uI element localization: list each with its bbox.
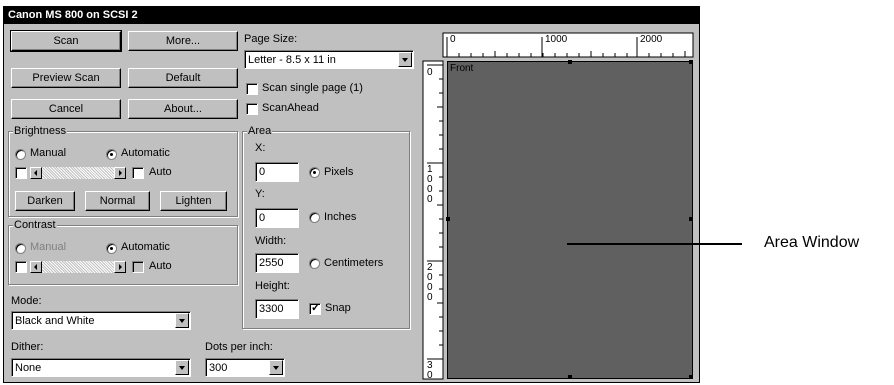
brightness-manual-label: Manual [30,147,67,159]
contrast-manual-radio[interactable] [15,243,26,254]
chevron-down-icon[interactable] [175,313,189,328]
ruler-h-2000: 2000 [640,34,663,45]
pixels-radio[interactable] [309,167,320,178]
lighten-button[interactable]: Lighten [160,191,227,211]
scan-ahead-label: ScanAhead [262,102,319,114]
contrast-automatic-label: Automatic [121,241,170,253]
brightness-auto-checkbox[interactable] [132,167,144,179]
x-field[interactable]: 0 [255,162,299,182]
scan-ahead-checkbox[interactable] [246,103,258,115]
callout-label: Area Window [764,234,860,251]
brightness-slider-right-icon[interactable] [114,167,126,179]
area-title: Area [247,125,273,137]
resize-handle-bottom-right[interactable] [689,375,693,379]
brightness-manual-radio[interactable] [15,149,26,160]
dpi-value: 300 [209,362,228,374]
preview-pane: 0 1000 2000 0 1000 2000 3000 Front [419,29,697,381]
scan-single-page-checkbox[interactable] [246,83,258,95]
pixels-label: Pixels [324,166,354,178]
snap-label: Snap [325,302,351,314]
brightness-slider-left-icon[interactable] [30,167,42,179]
brightness-automatic-radio[interactable] [106,149,117,160]
brightness-automatic-label: Automatic [121,147,170,159]
normal-button[interactable]: Normal [85,191,150,211]
height-label: Height: [255,280,290,292]
page-size-select[interactable]: Letter - 8.5 x 11 in [244,50,414,69]
contrast-manual-label: Manual [30,241,67,253]
inches-label: Inches [324,211,357,223]
snap-checkbox[interactable] [309,301,321,315]
contrast-lock-checkbox[interactable] [15,261,27,273]
centimeters-radio[interactable] [309,258,320,269]
y-field[interactable]: 0 [255,208,299,228]
brightness-slider[interactable] [42,167,114,179]
y-label: Y: [255,188,265,200]
width-label: Width: [255,235,287,247]
dither-value: None [15,362,42,374]
cancel-button[interactable]: Cancel [11,99,121,119]
contrast-slider[interactable] [42,261,114,273]
resize-handle-right[interactable] [689,217,693,221]
mode-label: Mode: [11,295,42,307]
window-title: Canon MS 800 on SCSI 2 [4,7,699,24]
resize-handle-bottom[interactable] [568,375,572,379]
scan-single-page-label: Scan single page (1) [262,82,363,94]
brightness-title: Brightness [13,125,67,137]
ruler-v-3000: 3000 [427,361,433,379]
dpi-select[interactable]: 300 [205,358,285,377]
ruler-h-1000: 1000 [545,34,568,45]
ruler-v-2000: 2000 [427,262,433,303]
ruler-v-0: 0 [427,67,433,78]
contrast-automatic-radio[interactable] [106,243,117,254]
contrast-group: Contrast Manual Automatic Auto [8,219,238,285]
ruler-v-1000: 1000 [427,164,433,205]
callout-line [567,243,742,245]
mode-value: Black and White [15,315,95,327]
resize-handle-top[interactable] [568,60,572,64]
area-group: Area X: 0 Pixels Y: 0 Inches Width: 2550… [242,125,410,329]
scanner-dialog: Canon MS 800 on SCSI 2 Scan More... Prev… [3,6,700,383]
centimeters-label: Centimeters [324,257,384,269]
brightness-group: Brightness Manual Automatic Auto Darken … [8,125,238,217]
default-button[interactable]: Default [128,68,238,88]
contrast-slider-right-icon[interactable] [114,261,126,273]
more-button[interactable]: More... [128,31,238,51]
contrast-auto-checkbox[interactable] [132,261,144,273]
preview-scan-button[interactable]: Preview Scan [11,68,121,88]
x-label: X: [255,142,266,154]
contrast-title: Contrast [13,219,57,231]
darken-button[interactable]: Darken [15,191,75,211]
mode-select[interactable]: Black and White [11,311,191,330]
chevron-down-icon[interactable] [175,360,189,375]
resize-handle-top-right[interactable] [689,60,693,64]
ruler-h-0: 0 [450,34,456,45]
page-size-label: Page Size: [244,33,298,45]
brightness-auto-label: Auto [149,166,172,178]
resize-handle-left[interactable] [446,217,450,221]
height-field[interactable]: 3300 [255,299,299,319]
dither-select[interactable]: None [11,358,191,377]
brightness-lock-checkbox[interactable] [15,167,27,179]
dither-label: Dither: [11,341,44,353]
contrast-auto-label: Auto [149,260,172,272]
scan-button[interactable]: Scan [10,30,122,52]
width-field[interactable]: 2550 [255,253,299,273]
inches-radio[interactable] [309,212,320,223]
contrast-slider-left-icon[interactable] [30,261,42,273]
about-button[interactable]: About... [128,99,238,119]
area-window[interactable]: Front [446,60,693,379]
chevron-down-icon[interactable] [398,52,412,67]
chevron-down-icon[interactable] [269,360,283,375]
dpi-label: Dots per inch: [205,341,273,353]
front-label: Front [450,63,474,74]
page-size-value: Letter - 8.5 x 11 in [248,54,336,66]
